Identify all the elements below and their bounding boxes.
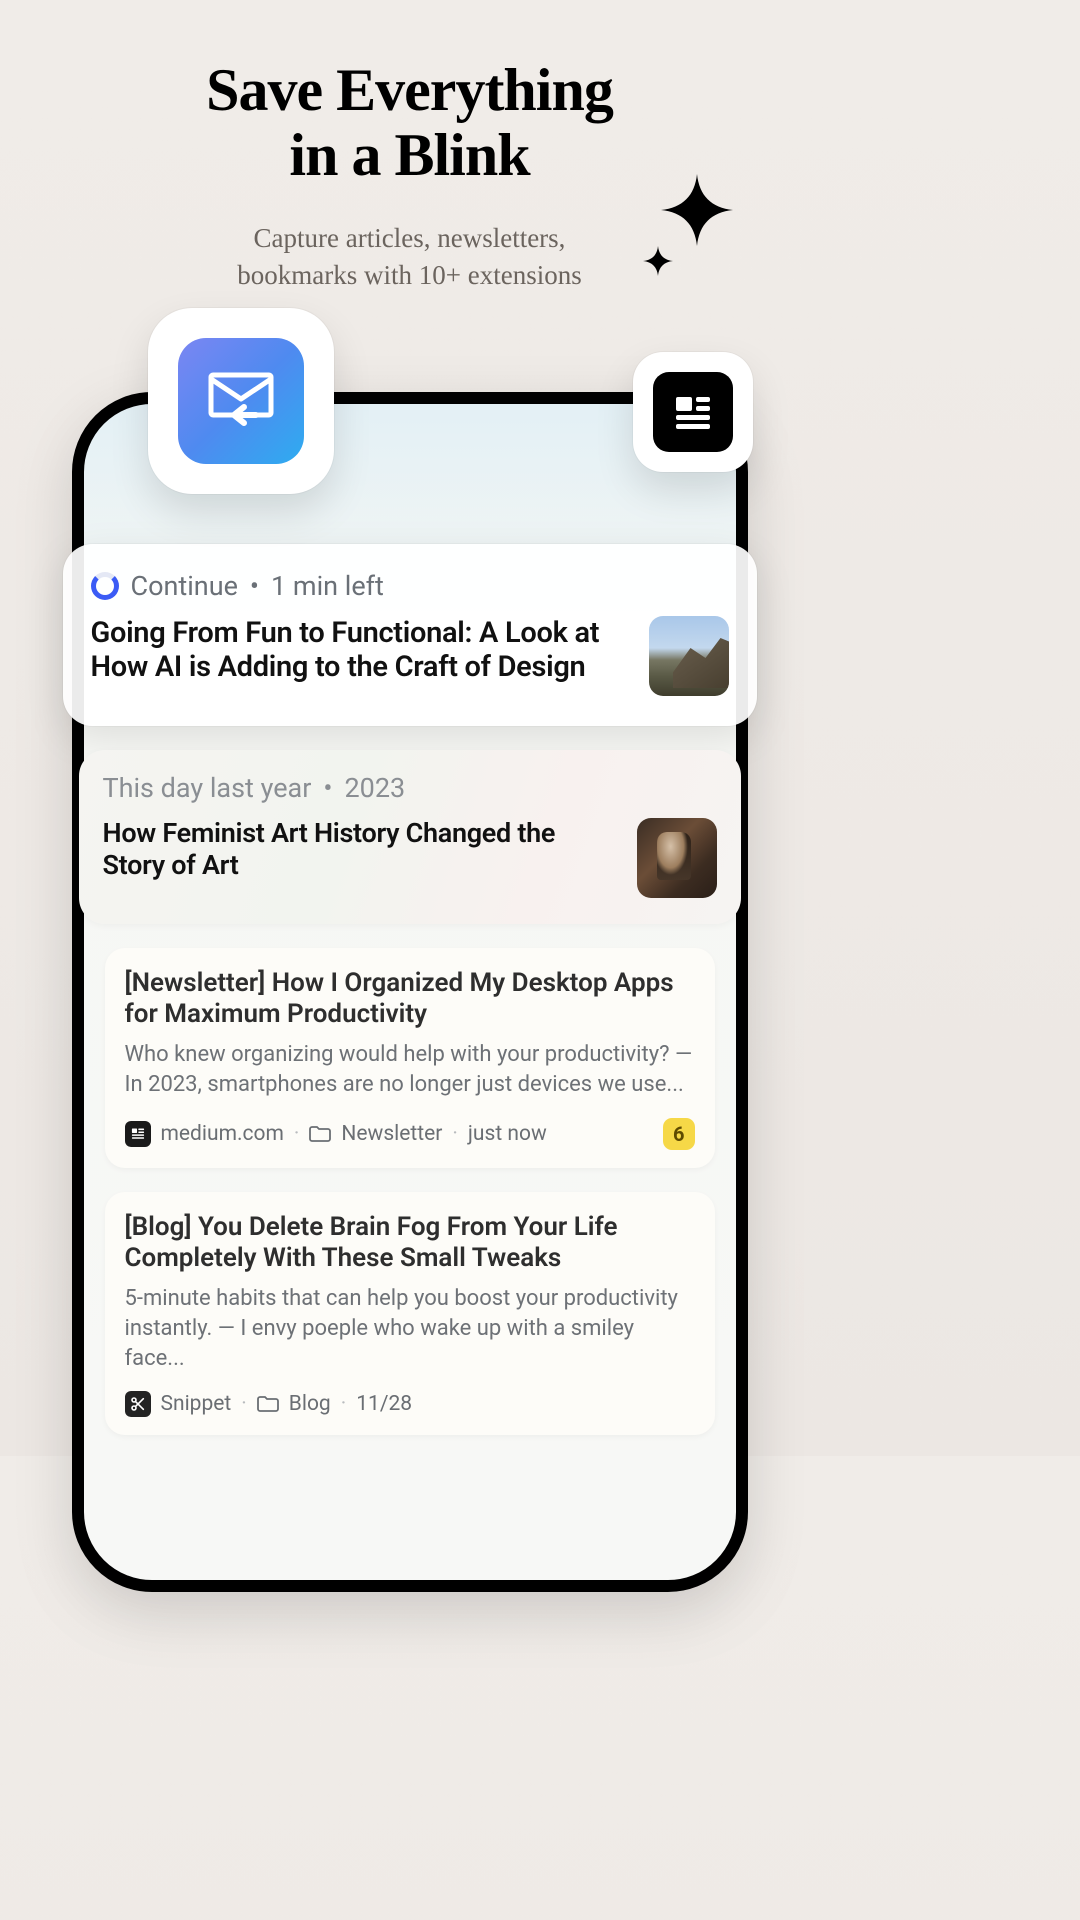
- article-card[interactable]: [Blog] You Delete Brain Fog From Your Li…: [105, 1192, 715, 1435]
- saved-time: just now: [468, 1122, 547, 1146]
- hero-sub-line2: bookmarks with 10+ extensions: [0, 257, 819, 295]
- folder-name: Blog: [289, 1392, 331, 1416]
- separator: ·: [241, 1392, 247, 1416]
- news-extension-badge: [633, 352, 753, 472]
- continue-label: Continue: [131, 570, 238, 602]
- progress-spinner-icon: [91, 572, 119, 600]
- source-domain: medium.com: [161, 1122, 284, 1146]
- memory-card[interactable]: This day last year • 2023 How Feminist A…: [79, 750, 741, 924]
- folder-icon: [309, 1125, 331, 1143]
- article-card[interactable]: [Newsletter] How I Organized My Desktop …: [105, 948, 715, 1168]
- article-excerpt: Who knew organizing would help with your…: [125, 1040, 695, 1099]
- article-title: Going From Fun to Functional: A Look at …: [91, 616, 633, 684]
- memory-year: 2023: [344, 772, 405, 804]
- sparkle-icon: [643, 246, 673, 276]
- continue-reading-card[interactable]: Continue • 1 min left Going From Fun to …: [63, 544, 757, 726]
- article-excerpt: 5-minute habits that can help you boost …: [125, 1284, 695, 1373]
- highlight-count-badge: 6: [663, 1118, 694, 1150]
- memory-label: This day last year: [103, 772, 312, 804]
- saved-date: 11/28: [356, 1392, 412, 1416]
- mail-extension-badge: [148, 308, 334, 494]
- hero-title: Save Everything in a Blink: [0, 0, 819, 188]
- newspaper-icon: [125, 1121, 151, 1147]
- newspaper-icon: [653, 372, 733, 452]
- separator: ·: [294, 1122, 300, 1146]
- sparkle-icon: [661, 174, 733, 246]
- scissors-icon: [125, 1391, 151, 1417]
- separator: ·: [341, 1392, 347, 1416]
- source-type: Snippet: [161, 1392, 232, 1416]
- article-title: [Newsletter] How I Organized My Desktop …: [125, 968, 695, 1030]
- article-thumbnail: [649, 616, 729, 696]
- hero-title-line1: Save Everything: [0, 58, 819, 123]
- separator: •: [250, 570, 259, 602]
- time-remaining: 1 min left: [271, 570, 384, 602]
- article-thumbnail: [637, 818, 717, 898]
- folder-icon: [257, 1395, 279, 1413]
- article-title: How Feminist Art History Changed the Sto…: [103, 818, 621, 882]
- separator: •: [323, 772, 332, 804]
- separator: ·: [452, 1122, 458, 1146]
- mail-reply-icon: [178, 338, 304, 464]
- article-title: [Blog] You Delete Brain Fog From Your Li…: [125, 1212, 695, 1274]
- folder-name: Newsletter: [341, 1122, 442, 1146]
